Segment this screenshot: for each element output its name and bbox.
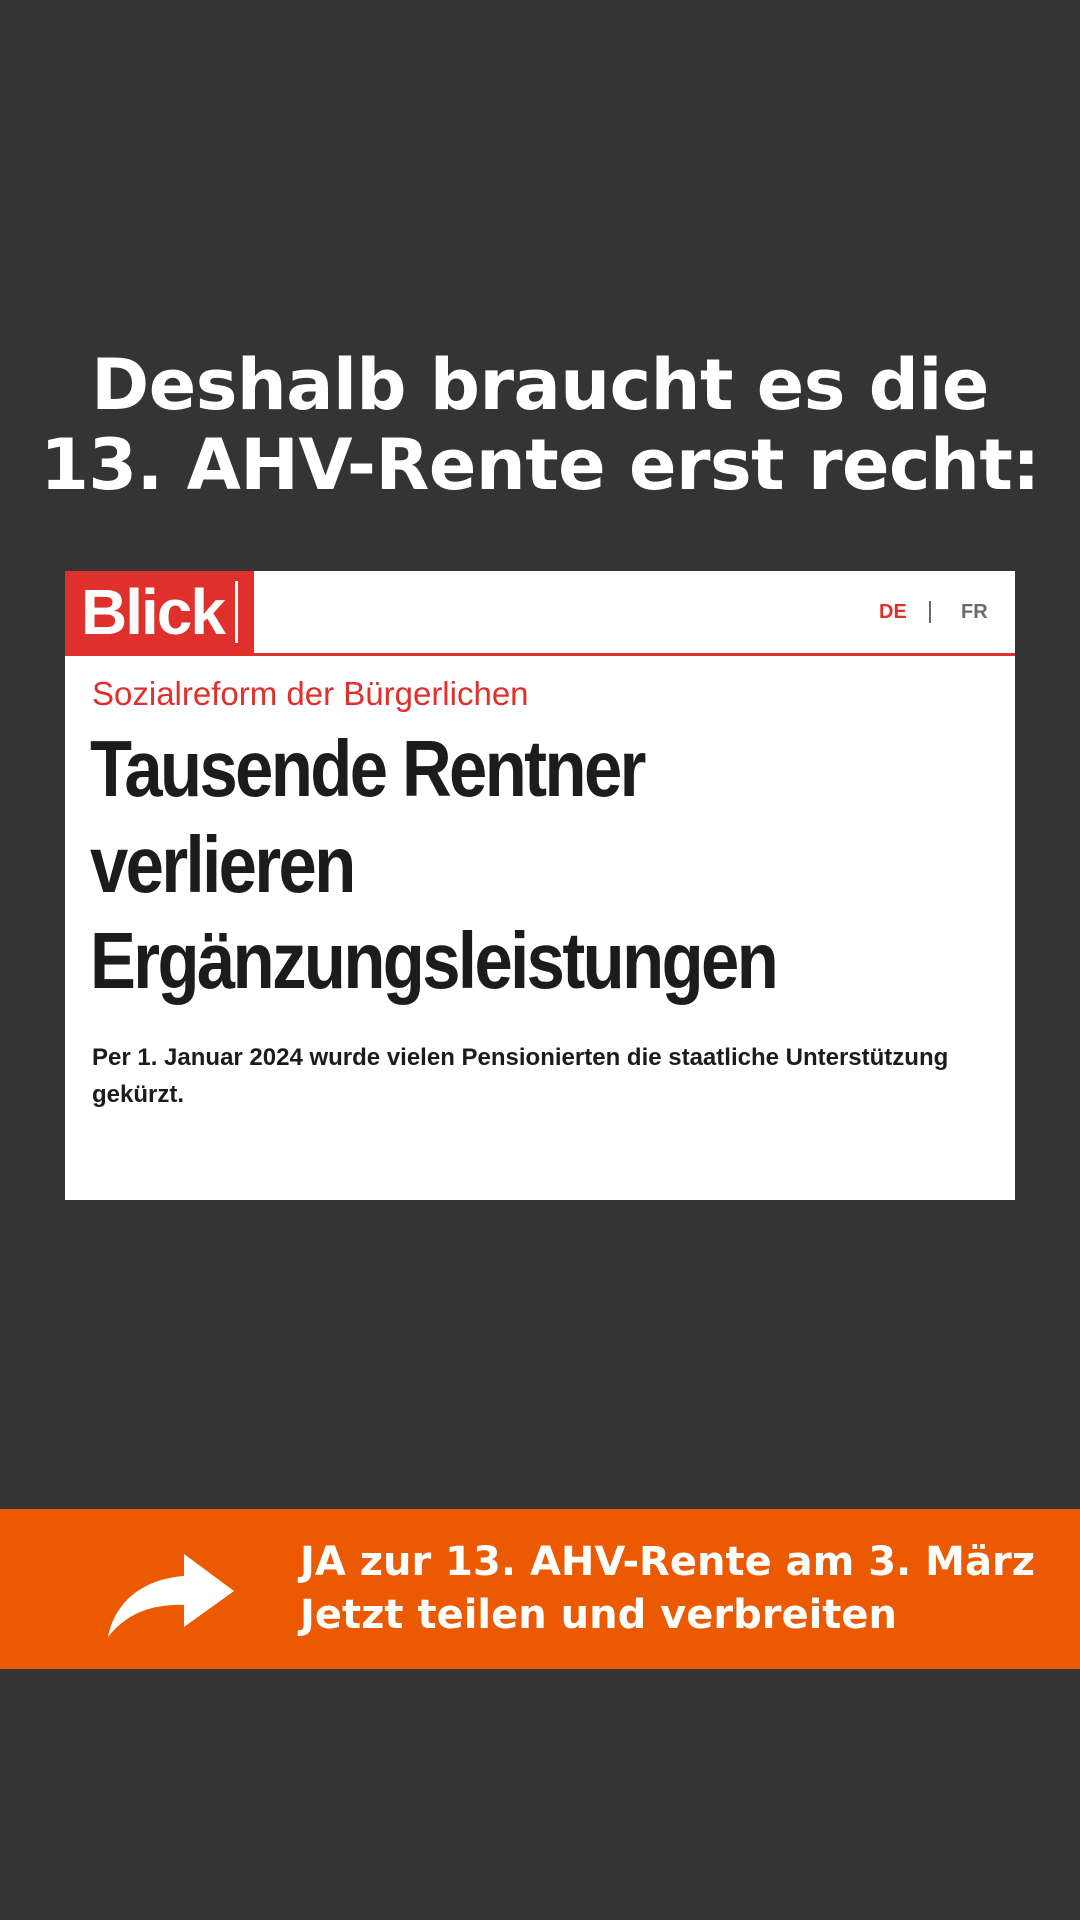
article-title-line-2: verlieren [90,820,356,909]
article-screenshot-card: Blick DE FR Sozialreform der Bürgerliche… [65,571,1015,1200]
share-arrow-icon[interactable] [106,1549,236,1639]
blick-logo: Blick [65,571,254,653]
article-title-line-1: Tausende Rentner [90,724,646,813]
banner-line-1: JA zur 13. AHV-Rente am 3. März [300,1539,1035,1585]
share-banner[interactable]: JA zur 13. AHV-Rente am 3. März Jetzt te… [0,1509,1080,1669]
language-fr-link[interactable]: FR [961,599,988,625]
article-kicker: Sozialreform der Bürgerlichen [92,675,529,712]
article-title-line-3: Ergänzungsleistungen [90,916,779,1005]
logo-divider [235,581,238,643]
language-separator [929,601,931,623]
headline-line-1: Deshalb braucht es die [91,344,989,426]
banner-line-2: Jetzt teilen und verbreiten [300,1592,898,1638]
headline-line-2: 13. AHV-Rente erst recht: [40,424,1040,506]
article-lead: Per 1. Januar 2024 wurde vielen Pensioni… [92,1044,949,1108]
article-title: Tausende Rentner verlieren Ergänzungslei… [90,721,864,1009]
article-header: Blick DE FR [65,571,1015,656]
blick-logo-text: Blick [81,576,226,648]
language-de-link[interactable]: DE [879,599,907,625]
banner-text: JA zur 13. AHV-Rente am 3. März Jetzt te… [300,1536,1035,1642]
page-headline: Deshalb braucht es die 13. AHV-Rente ers… [0,345,1080,505]
